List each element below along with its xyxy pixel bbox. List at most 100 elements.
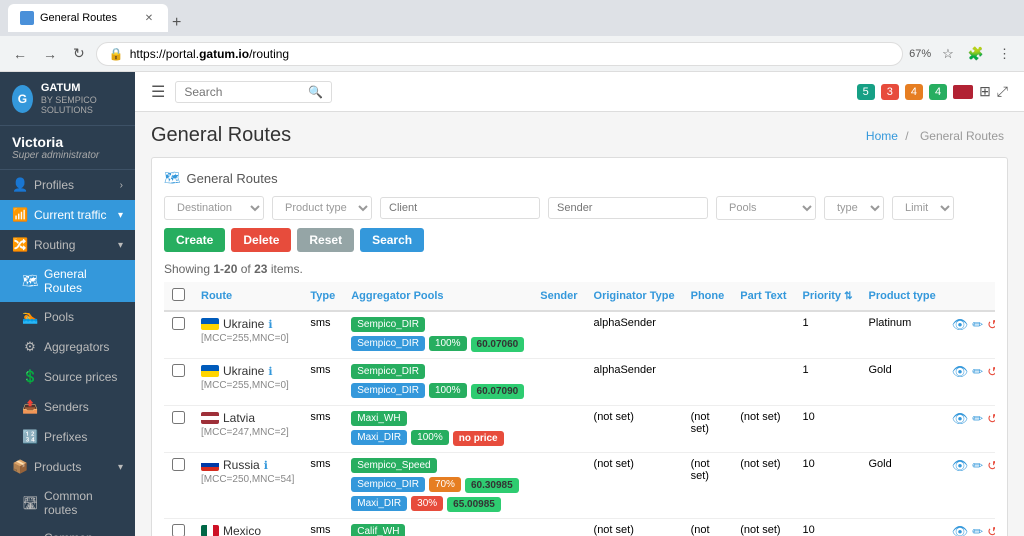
product-type-cell [860, 519, 943, 536]
client-filter[interactable] [380, 197, 540, 219]
row-checkbox[interactable] [172, 317, 185, 330]
browser-tab-active[interactable]: General Routes ✕ [8, 4, 168, 32]
page-title: General Routes [151, 124, 291, 147]
pool-badge: Sempico_Speed [351, 458, 436, 473]
sidebar-item-general-routes[interactable]: 🗺 General Routes [0, 260, 135, 302]
sender-cell [532, 453, 585, 519]
pools-filter[interactable]: Pools [716, 196, 816, 220]
delete-icon[interactable]: ↺ [987, 411, 995, 427]
delete-icon[interactable]: ↺ [987, 524, 995, 536]
edit-icon[interactable]: ✏ [972, 317, 983, 333]
sidebar-item-pools[interactable]: 🏊 Pools [0, 302, 135, 332]
info-icon[interactable]: ℹ [268, 318, 272, 331]
country-name: Ukraine [223, 317, 264, 331]
sidebar-item-label: Profiles [34, 178, 74, 192]
pool-price: 60.07090 [471, 384, 525, 399]
forward-button[interactable]: → [38, 44, 62, 64]
create-button[interactable]: Create [164, 228, 225, 252]
row-checkbox[interactable] [172, 411, 185, 424]
badge-red-button[interactable]: 3 [881, 84, 899, 100]
sidebar-item-prefixes[interactable]: 🔢 Prefixes [0, 422, 135, 452]
pool-badge: Calif_WH [351, 524, 405, 536]
breadcrumb-home[interactable]: Home [866, 129, 898, 143]
info-icon[interactable]: ℹ [264, 459, 268, 472]
edit-icon[interactable]: ✏ [972, 524, 983, 536]
sidebar-item-source-prices[interactable]: 💲 Source prices [0, 362, 135, 392]
row-checkbox[interactable] [172, 458, 185, 471]
search-button[interactable]: Search [360, 228, 424, 252]
delete-button[interactable]: Delete [231, 228, 291, 252]
action-icons: 👁 ✏ ↺ [952, 364, 995, 380]
edit-icon[interactable]: ✏ [972, 458, 983, 474]
pool-price-2: 65.00985 [447, 497, 501, 512]
pool-price-noprice: no price [453, 431, 504, 446]
flag-mexico [201, 525, 219, 536]
product-type-filter[interactable]: Product type [272, 196, 372, 220]
row-checkbox[interactable] [172, 364, 185, 377]
view-icon[interactable]: 👁 [952, 317, 969, 333]
sender-filter[interactable] [548, 197, 708, 219]
delete-icon[interactable]: ↺ [987, 317, 995, 333]
country-name: Mexico [223, 524, 261, 536]
tab-close-button[interactable]: ✕ [142, 11, 156, 25]
view-icon[interactable]: 👁 [952, 364, 969, 380]
view-icon[interactable]: 👁 [952, 411, 969, 427]
row-checkbox[interactable] [172, 524, 185, 536]
sidebar-item-common-prices[interactable]: 💰 Common prices [0, 524, 135, 536]
route-cell: Russia ℹ [MCC=250,MNC=54] [201, 458, 294, 485]
sidebar-item-routing[interactable]: 🔀 Routing ▾ [0, 230, 135, 260]
logo-name: GATUM [41, 82, 123, 95]
select-all-checkbox[interactable] [172, 288, 185, 301]
sidebar-item-current-traffic[interactable]: 📶 Current traffic ▾ [0, 200, 135, 230]
type-filter[interactable]: type [824, 196, 884, 220]
destination-filter[interactable]: Destination [164, 196, 264, 220]
badge-green-button[interactable]: 4 [929, 84, 947, 100]
badge-teal-button[interactable]: 5 [857, 84, 875, 100]
search-box[interactable]: 🔍 [175, 81, 332, 103]
view-icon[interactable]: 👁 [952, 524, 969, 536]
back-button[interactable]: ← [8, 44, 32, 64]
expand-button[interactable]: ⤢ [997, 83, 1008, 100]
sidebar-item-profiles[interactable]: 👤 Profiles › [0, 170, 135, 200]
sidebar-item-aggregators[interactable]: ⚙ Aggregators [0, 332, 135, 362]
col-sender: Sender [532, 282, 585, 311]
hamburger-icon[interactable]: ☰ [151, 82, 165, 102]
refresh-button[interactable]: ↻ [68, 43, 90, 64]
search-input[interactable] [184, 85, 304, 99]
phone-cell [683, 359, 733, 406]
delete-icon[interactable]: ↺ [987, 364, 995, 380]
sidebar-item-senders[interactable]: 📤 Senders [0, 392, 135, 422]
priority-cell: 10 [795, 406, 861, 453]
limit-filter[interactable]: Limit [892, 196, 954, 220]
bookmark-button[interactable]: ☆ [937, 44, 959, 64]
pool-price: 60.07060 [471, 337, 525, 352]
page-header: General Routes Home / General Routes [151, 124, 1008, 147]
badge-orange-button[interactable]: 4 [905, 84, 923, 100]
sidebar-item-products[interactable]: 📦 Products ▾ [0, 452, 135, 482]
col-priority: Priority ⇅ [795, 282, 861, 311]
address-bar[interactable]: 🔒 https://portal.gatum.io/routing [96, 42, 903, 66]
browser-tabs: General Routes ✕ + [8, 4, 185, 32]
view-icon[interactable]: 👁 [952, 458, 969, 474]
part-text-cell: (not set) [732, 406, 794, 453]
info-icon[interactable]: ℹ [268, 365, 272, 378]
pools-cell: Sempico_Speed Sempico_DIR 70% 60.30985 M… [343, 453, 532, 519]
type-cell: sms [302, 519, 343, 536]
edit-icon[interactable]: ✏ [972, 364, 983, 380]
pool-row: Sempico_DIR 70% 60.30985 [351, 477, 524, 494]
new-tab-button[interactable]: + [168, 14, 185, 32]
edit-icon[interactable]: ✏ [972, 411, 983, 427]
type-cell: sms [302, 359, 343, 406]
grid-view-button[interactable]: ⊞ [979, 83, 991, 100]
pool-pct-badge-2: 30% [411, 496, 443, 511]
menu-button[interactable]: ⋮ [993, 44, 1016, 64]
card-title-text: General Routes [187, 171, 278, 186]
part-text-cell [732, 359, 794, 406]
sidebar-item-common-routes[interactable]: 🛣 Common routes [0, 482, 135, 524]
sort-icon[interactable]: ⇅ [844, 291, 852, 302]
extensions-button[interactable]: 🧩 [963, 44, 989, 64]
reset-button[interactable]: Reset [297, 228, 354, 252]
pool-badge: Sempico_DIR [351, 317, 425, 332]
sidebar-role: Super administrator [12, 150, 123, 161]
delete-icon[interactable]: ↺ [987, 458, 995, 474]
